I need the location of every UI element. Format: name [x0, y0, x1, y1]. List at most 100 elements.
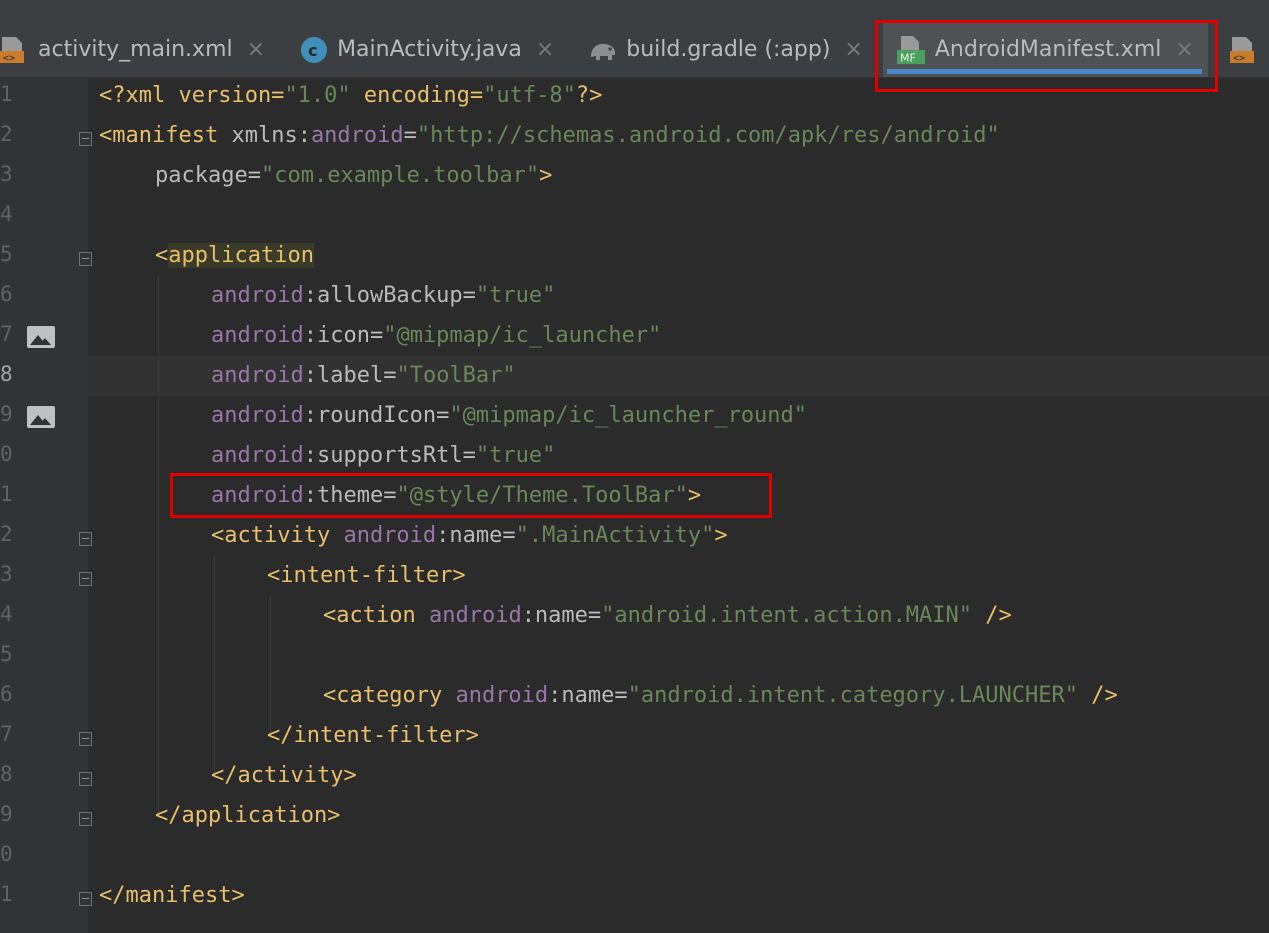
- image-preview-icon[interactable]: [27, 406, 55, 428]
- xml-file-icon: <>: [1229, 35, 1260, 65]
- attribute-name: :label: [303, 363, 384, 388]
- attribute-name: :supportsRtl: [303, 443, 463, 468]
- fold-icon[interactable]: [79, 132, 92, 146]
- line-number: 2: [0, 522, 13, 546]
- string-value: "@style/Theme.ToolBar": [396, 483, 688, 508]
- code-line-10: android:supportsRtl="true": [211, 436, 555, 476]
- line-number: 9: [0, 402, 13, 426]
- code-line-3: package="com.example.toolbar">: [155, 156, 552, 196]
- tag-open: <category: [323, 683, 456, 708]
- attribute-name: xmlns:: [218, 123, 311, 148]
- xml-declaration: encoding=: [350, 83, 484, 108]
- line-number: 4: [0, 202, 13, 226]
- line-number: 3: [0, 562, 13, 586]
- string-value: "@mipmap/ic_launcher": [383, 323, 662, 348]
- tag-open: <activity: [211, 523, 344, 548]
- manifest-file-icon: MF: [896, 35, 927, 65]
- svg-text:MF: MF: [900, 51, 916, 64]
- equals: =: [369, 323, 384, 348]
- tag-close: </intent-filter>: [267, 723, 479, 748]
- line-number: 8: [0, 362, 13, 386]
- equals: =: [462, 283, 476, 308]
- attribute-name: package: [155, 163, 248, 188]
- tag-close: />: [1078, 683, 1118, 708]
- close-icon[interactable]: ×: [844, 37, 862, 62]
- tab-label: MainActivity.java: [337, 37, 522, 62]
- equals: =: [614, 683, 628, 708]
- code-line-7: android:icon="@mipmap/ic_launcher": [211, 316, 661, 356]
- java-class-icon: c: [299, 35, 329, 65]
- string-value: "com.example.toolbar": [260, 163, 540, 188]
- code-line-16: <category android:name="android.intent.c…: [323, 676, 1118, 716]
- line-number: 5: [0, 642, 13, 666]
- namespace: android: [455, 683, 549, 708]
- tag-open: <action: [323, 603, 429, 628]
- namespace: android: [211, 403, 304, 428]
- line-gutter: 1 2 3 4 5 6 7 8 9 0 1 2 3 4 5 6 7 8 9 0 …: [0, 78, 92, 933]
- fold-icon[interactable]: [79, 892, 92, 906]
- line-number: 0: [0, 842, 13, 866]
- equals: =: [436, 403, 450, 428]
- line-number: 7: [0, 722, 13, 746]
- namespace: android: [428, 603, 522, 628]
- code-line-12: <activity android:name=".MainActivity">: [211, 516, 728, 556]
- tag-name: application: [168, 243, 314, 268]
- code-line-6: android:allowBackup="true": [211, 276, 555, 316]
- indent-guide: [158, 276, 159, 818]
- breadcrumb-bar: [0, 0, 1269, 22]
- tag-close: />: [972, 603, 1012, 628]
- tab-build-gradle[interactable]: build.gradle (:app) ×: [568, 22, 877, 77]
- close-icon[interactable]: ×: [536, 37, 554, 62]
- attribute-name: :allowBackup: [303, 283, 463, 308]
- tag-close: >: [539, 163, 553, 188]
- xml-declaration: <?xml version=: [99, 83, 285, 108]
- string-value: "ToolBar": [396, 363, 516, 388]
- fold-icon[interactable]: [79, 812, 92, 826]
- line-number: 6: [0, 282, 13, 306]
- close-icon[interactable]: ×: [1175, 37, 1193, 62]
- close-icon[interactable]: ×: [247, 37, 265, 62]
- code-line-14: <action android:name="android.intent.act…: [323, 596, 1012, 636]
- fold-icon[interactable]: [79, 252, 92, 266]
- gradle-elephant-icon: [588, 35, 618, 65]
- code-line-21: </manifest>: [99, 876, 245, 916]
- string-value: ".MainActivity": [515, 523, 715, 548]
- code-line-1: <?xml version="1.0" encoding="utf-8"?>: [99, 76, 602, 116]
- attribute-name: :roundIcon: [303, 403, 437, 428]
- xml-declaration: ?>: [575, 83, 603, 108]
- equals: =: [462, 443, 476, 468]
- string-value: "utf-8": [483, 83, 576, 108]
- namespace: android: [211, 363, 304, 388]
- line-number: 1: [0, 882, 13, 906]
- tab-label: activity_main.xml: [38, 37, 233, 62]
- tab-androidmanifest-xml[interactable]: MF AndroidManifest.xml ×: [882, 22, 1208, 77]
- string-value: "@mipmap/ic_launcher_round": [449, 403, 808, 428]
- namespace: android: [211, 283, 304, 308]
- namespace: android: [310, 123, 404, 148]
- tag-open: <: [155, 243, 169, 268]
- tag-open: <manifest: [99, 123, 219, 148]
- fold-icon[interactable]: [79, 572, 92, 586]
- tag-close: >: [687, 483, 702, 508]
- indent-guide: [214, 556, 215, 778]
- editor-tab-bar: <> activity_main.xml × c MainActivity.ja…: [0, 22, 1269, 78]
- code-editor[interactable]: 1 2 3 4 5 6 7 8 9 0 1 2 3 4 5 6 7 8 9 0 …: [0, 78, 1269, 933]
- line-number: 8: [0, 762, 13, 786]
- svg-text:c: c: [308, 41, 317, 60]
- code-line-9: android:roundIcon="@mipmap/ic_launcher_r…: [211, 396, 807, 436]
- equals: =: [502, 523, 516, 548]
- line-number: 3: [0, 162, 13, 186]
- fold-icon[interactable]: [79, 772, 92, 786]
- fold-icon[interactable]: [79, 732, 92, 746]
- tab-mainactivity-java[interactable]: c MainActivity.java ×: [279, 22, 568, 77]
- tab-activity-main-xml[interactable]: <> activity_main.xml ×: [0, 22, 279, 77]
- namespace: android: [211, 323, 304, 348]
- fold-icon[interactable]: [79, 532, 92, 546]
- tab-overflow-xml[interactable]: <>: [1208, 22, 1269, 77]
- string-value: "http://schemas.android.com/apk/res/andr…: [416, 123, 1000, 148]
- svg-text:<>: <>: [1233, 53, 1245, 64]
- attribute-name: :icon: [303, 323, 370, 348]
- line-number: 1: [0, 482, 13, 506]
- image-preview-icon[interactable]: [27, 326, 55, 348]
- attribute-name: :name: [548, 683, 615, 708]
